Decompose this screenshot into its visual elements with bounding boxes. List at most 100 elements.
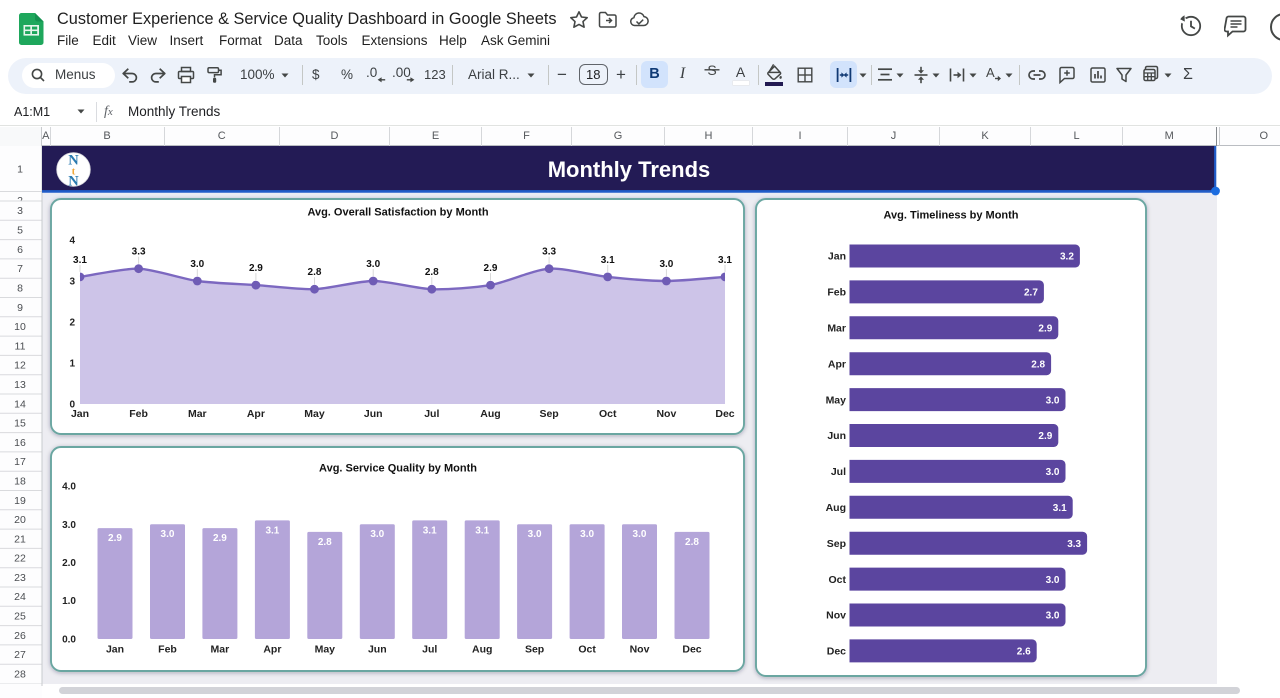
svg-text:2.0: 2.0 (62, 558, 76, 569)
svg-text:3.1: 3.1 (265, 525, 279, 536)
svg-text:3.1: 3.1 (73, 255, 87, 266)
svg-text:Jan: Jan (71, 408, 89, 420)
svg-text:3.0: 3.0 (580, 529, 594, 540)
svg-text:0.0: 0.0 (62, 635, 76, 646)
svg-text:3.0: 3.0 (366, 259, 380, 270)
svg-text:Sep: Sep (539, 408, 558, 420)
svg-text:Jul: Jul (424, 408, 439, 420)
svg-text:2.9: 2.9 (484, 263, 498, 274)
svg-text:Feb: Feb (158, 644, 177, 656)
svg-text:3.0: 3.0 (1046, 575, 1060, 586)
svg-text:Mar: Mar (211, 644, 230, 656)
svg-text:1: 1 (69, 359, 75, 370)
svg-text:3.1: 3.1 (423, 525, 437, 536)
svg-text:Apr: Apr (828, 358, 846, 370)
svg-text:N: N (68, 174, 79, 190)
svg-text:Jan: Jan (828, 251, 846, 263)
svg-text:May: May (826, 394, 847, 406)
svg-text:2.8: 2.8 (1031, 359, 1045, 370)
svg-text:Mar: Mar (188, 408, 207, 420)
svg-text:21: 21 (14, 533, 26, 545)
svg-text:1.0: 1.0 (62, 596, 76, 607)
svg-text:19: 19 (14, 495, 26, 507)
svg-text:Feb: Feb (129, 408, 148, 420)
svg-text:3: 3 (69, 277, 75, 288)
svg-text:4: 4 (69, 236, 75, 247)
svg-text:2.8: 2.8 (318, 537, 332, 548)
svg-text:25: 25 (14, 611, 26, 623)
svg-text:Avg. Service Quality by Month: Avg. Service Quality by Month (319, 463, 477, 475)
svg-text:Avg. Overall Satisfaction by M: Avg. Overall Satisfaction by Month (307, 207, 488, 219)
svg-text:2.9: 2.9 (249, 263, 263, 274)
svg-text:May: May (304, 408, 325, 420)
svg-text:Apr: Apr (247, 408, 265, 420)
svg-text:24: 24 (14, 591, 26, 603)
svg-text:2.8: 2.8 (425, 267, 439, 278)
svg-text:3.0: 3.0 (370, 529, 384, 540)
svg-text:2.7: 2.7 (1024, 288, 1038, 299)
svg-text:3.0: 3.0 (190, 259, 204, 270)
svg-text:Aug: Aug (826, 502, 846, 514)
svg-text:3.3: 3.3 (542, 247, 556, 258)
svg-text:Jun: Jun (827, 430, 846, 442)
svg-text:3.0: 3.0 (633, 529, 647, 540)
svg-text:May: May (315, 644, 336, 656)
svg-text:Nov: Nov (630, 644, 650, 656)
svg-text:3.1: 3.1 (718, 255, 732, 266)
svg-text:3.1: 3.1 (601, 255, 615, 266)
svg-text:3.3: 3.3 (1067, 539, 1081, 550)
svg-text:Sep: Sep (525, 644, 544, 656)
svg-text:20: 20 (14, 514, 26, 526)
svg-text:Dec: Dec (715, 408, 734, 420)
svg-text:22: 22 (14, 553, 26, 565)
svg-text:Nov: Nov (826, 610, 846, 622)
svg-text:2.8: 2.8 (685, 537, 699, 548)
svg-text:Monthly Trends: Monthly Trends (548, 157, 711, 182)
svg-text:A: A (986, 65, 995, 80)
svg-text:2.9: 2.9 (213, 533, 227, 544)
svg-text:10: 10 (14, 321, 26, 333)
svg-text:Sep: Sep (827, 538, 846, 550)
svg-text:Feb: Feb (827, 287, 846, 299)
svg-text:1: 1 (17, 163, 23, 175)
svg-text:2.8: 2.8 (308, 267, 322, 278)
svg-text:Oct: Oct (828, 574, 846, 586)
svg-text:9: 9 (17, 302, 23, 314)
svg-text:Oct: Oct (599, 408, 617, 420)
svg-text:17: 17 (14, 456, 26, 468)
svg-text:3.0: 3.0 (1046, 611, 1060, 622)
svg-text:14: 14 (14, 398, 26, 410)
svg-text:3: 3 (17, 205, 23, 217)
svg-text:Mar: Mar (827, 323, 846, 335)
svg-text:Jun: Jun (364, 408, 383, 420)
svg-text:Dec: Dec (827, 646, 846, 658)
svg-text:Jul: Jul (831, 466, 846, 478)
svg-text:3.0: 3.0 (62, 520, 76, 531)
svg-text:16: 16 (14, 437, 26, 449)
svg-text:12: 12 (14, 360, 26, 372)
svg-text:Jun: Jun (368, 644, 387, 656)
svg-text:Oct: Oct (578, 644, 596, 656)
svg-text:3.0: 3.0 (659, 259, 673, 270)
svg-text:3.1: 3.1 (1053, 503, 1067, 514)
svg-text:2: 2 (69, 318, 75, 329)
svg-text:13: 13 (14, 379, 26, 391)
svg-text:Apr: Apr (263, 644, 281, 656)
svg-text:3.2: 3.2 (1060, 252, 1074, 263)
svg-text:Dec: Dec (682, 644, 701, 656)
svg-text:Aug: Aug (472, 644, 492, 656)
svg-text:Jan: Jan (106, 644, 124, 656)
svg-text:2.6: 2.6 (1017, 647, 1031, 658)
svg-text:Avg. Timeliness by Month: Avg. Timeliness by Month (883, 210, 1018, 222)
svg-text:2.9: 2.9 (1038, 324, 1052, 335)
svg-text:3.3: 3.3 (132, 247, 146, 258)
svg-text:Jul: Jul (422, 644, 437, 656)
svg-text:4.0: 4.0 (62, 482, 76, 493)
svg-text:26: 26 (14, 630, 26, 642)
svg-text:6: 6 (17, 244, 23, 256)
svg-text:28: 28 (14, 668, 26, 680)
svg-text:23: 23 (14, 572, 26, 584)
svg-text:5: 5 (17, 225, 23, 237)
svg-text:3.1: 3.1 (475, 525, 489, 536)
svg-text:Nov: Nov (656, 408, 676, 420)
